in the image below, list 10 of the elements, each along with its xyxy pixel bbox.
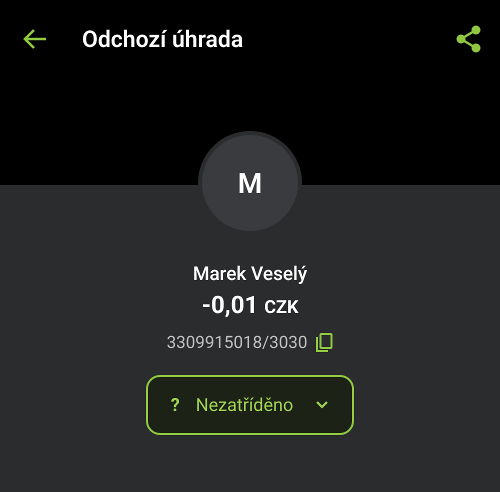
back-icon[interactable] bbox=[22, 27, 48, 51]
account-number: 3309915018/3030 bbox=[166, 333, 308, 353]
amount: -0,01 bbox=[202, 291, 258, 319]
chevron-down-icon bbox=[315, 400, 330, 410]
copy-icon[interactable] bbox=[315, 333, 334, 353]
category-button[interactable]: ? Nezatříděno bbox=[146, 375, 354, 435]
counterparty-name: Marek Veselý bbox=[192, 262, 308, 285]
currency: CZK bbox=[264, 297, 298, 318]
share-icon[interactable] bbox=[456, 25, 482, 53]
screen-title: Odchozí úhrada bbox=[82, 26, 244, 52]
